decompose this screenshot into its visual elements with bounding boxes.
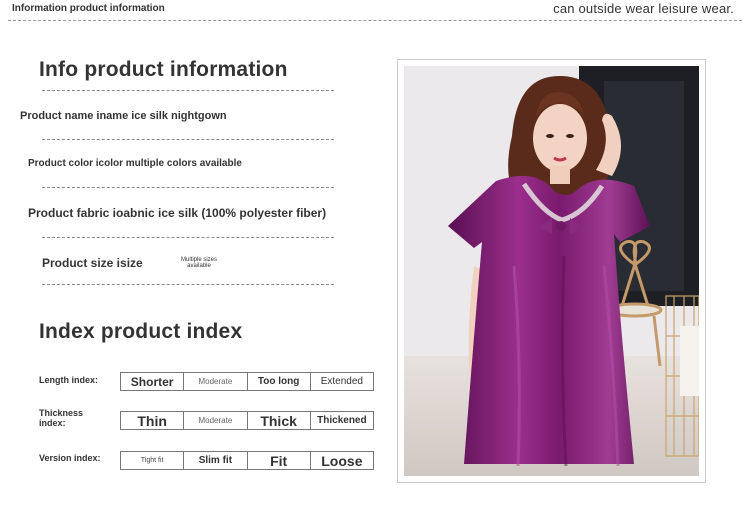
thickness-option-thin: Thin bbox=[121, 412, 185, 429]
thickness-index-label: Thickness index: bbox=[39, 408, 84, 428]
length-option-shorter: Shorter bbox=[121, 373, 185, 390]
version-option-tight-fit: Tight fit bbox=[121, 452, 185, 469]
index-section-title: Index product index bbox=[39, 320, 243, 343]
thickness-option-moderate: Moderate bbox=[184, 412, 248, 429]
product-photo bbox=[404, 66, 699, 476]
length-option-extended: Extended bbox=[320, 376, 363, 387]
product-size: Product size isize bbox=[42, 256, 143, 270]
row-divider bbox=[42, 237, 334, 238]
thickness-option-thick: Thick bbox=[248, 412, 311, 429]
version-index-scale: Tight fit Slim fit Fit Loose bbox=[120, 451, 374, 470]
info-divider bbox=[42, 90, 334, 91]
version-option-fit: Fit bbox=[248, 452, 311, 469]
product-color: Product color icolor multiple colors ava… bbox=[28, 158, 242, 169]
length-option-moderate: Moderate bbox=[184, 373, 248, 390]
info-section-title: Info product information bbox=[39, 58, 288, 81]
length-index-scale: Shorter Moderate Too long Extended bbox=[120, 372, 374, 391]
thickness-index-scale: Thin Moderate Thick Thickened bbox=[120, 411, 374, 430]
header-left-title: Information product information bbox=[12, 3, 165, 14]
size-note: Multiple sizes available bbox=[180, 257, 217, 269]
version-option-slim-fit: Slim fit bbox=[184, 452, 248, 469]
product-fabric: Product fabric ioabnic ice silk (100% po… bbox=[28, 206, 327, 220]
row-divider bbox=[42, 139, 334, 140]
product-photo-frame bbox=[397, 59, 706, 483]
product-name: Product name iname ice silk nightgown bbox=[20, 110, 227, 122]
thickness-option-thickened: Thickened bbox=[317, 415, 367, 426]
header-right-tagline: can outside wear leisure wear. bbox=[553, 1, 734, 16]
header-divider bbox=[8, 20, 742, 21]
row-divider bbox=[42, 187, 334, 188]
length-index-label: Length index: bbox=[39, 375, 98, 385]
version-option-loose: Loose bbox=[321, 452, 363, 469]
row-divider bbox=[42, 284, 334, 285]
version-index-label: Version index: bbox=[39, 453, 101, 463]
length-option-too-long: Too long bbox=[248, 373, 311, 390]
